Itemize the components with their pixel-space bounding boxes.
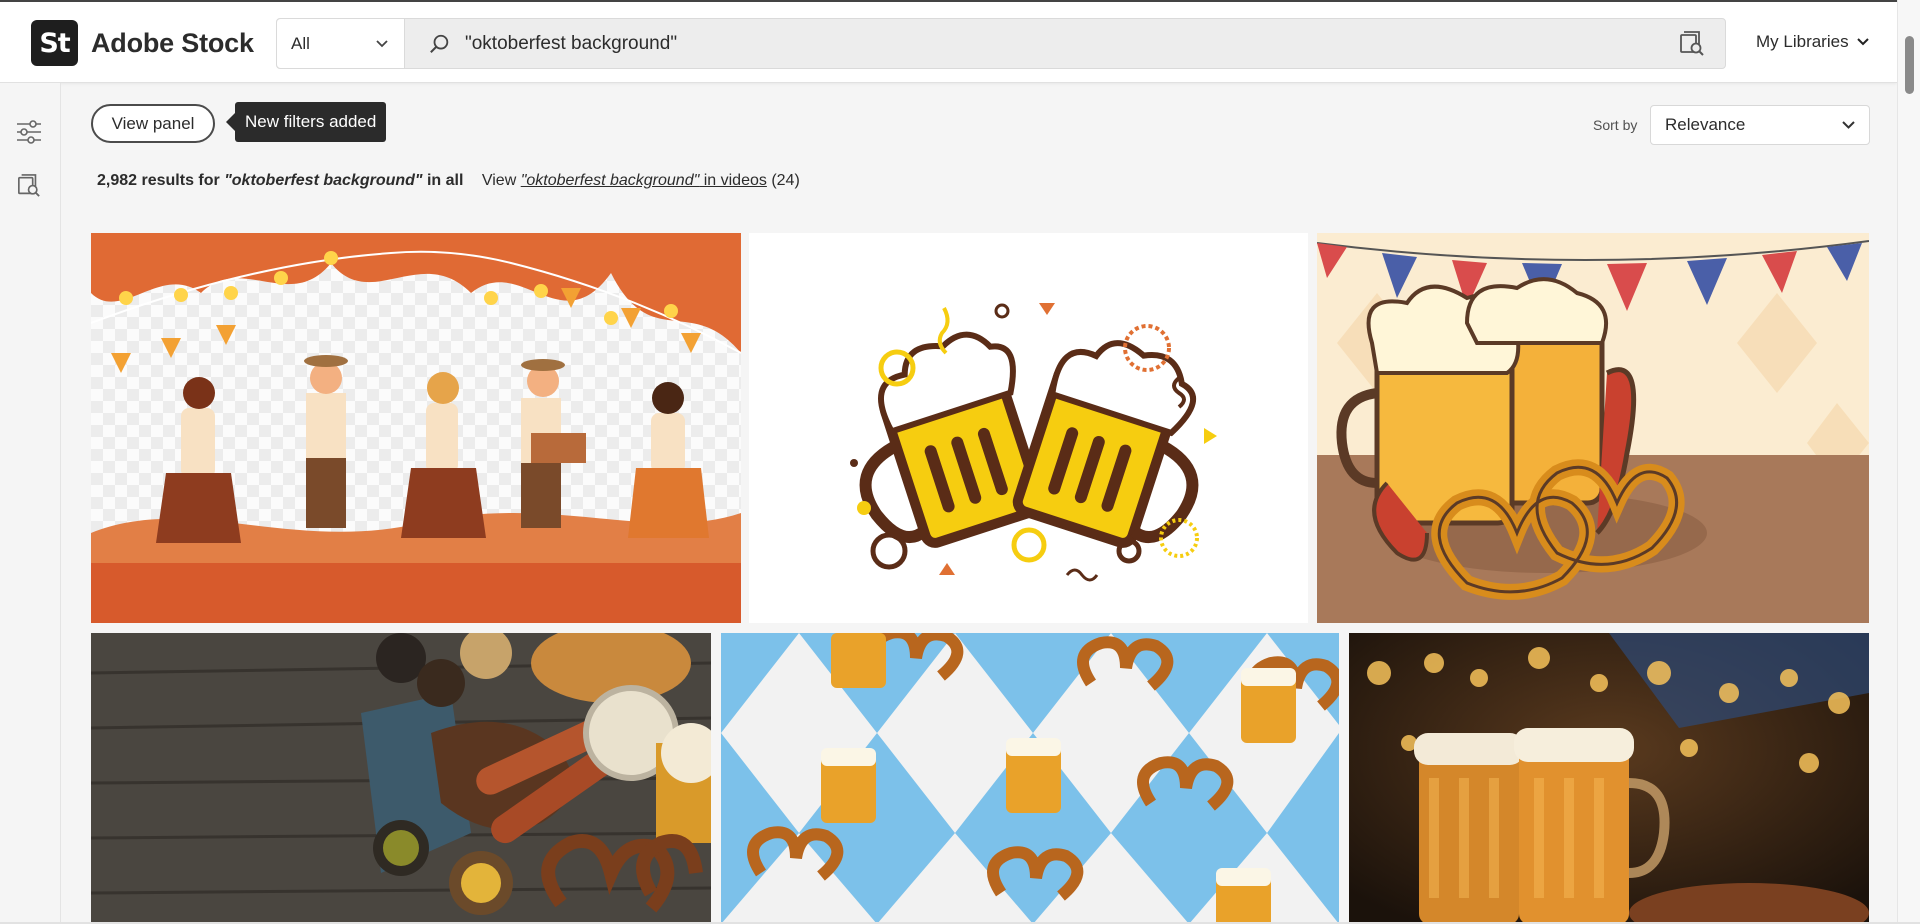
results-scope-text: in all bbox=[422, 172, 464, 189]
my-libraries-button[interactable]: My Libraries bbox=[1756, 32, 1869, 52]
scope-dropdown[interactable]: All bbox=[277, 19, 405, 68]
chevron-down-icon bbox=[376, 39, 388, 47]
left-rail bbox=[0, 83, 61, 924]
video-query: "oktoberfest background" bbox=[520, 172, 700, 189]
mugs-pretzels-illustration bbox=[1317, 233, 1869, 623]
search-input[interactable]: "oktoberfest background" bbox=[465, 33, 1679, 55]
search-icon bbox=[430, 34, 449, 53]
logo-text: Adobe Stock bbox=[91, 27, 254, 58]
page-scrollbar[interactable] bbox=[1897, 0, 1920, 924]
in-videos-text: in videos bbox=[699, 172, 767, 189]
result-tile-mugs-pretzels[interactable] bbox=[1317, 233, 1869, 623]
cheering-mugs-illustration bbox=[749, 233, 1308, 623]
sort-dropdown[interactable]: Relevance bbox=[1650, 105, 1870, 145]
visual-search-rail-button[interactable] bbox=[14, 171, 44, 201]
chevron-down-icon bbox=[1856, 38, 1869, 46]
view-prefix: View bbox=[481, 172, 521, 189]
sort-label: Sort by bbox=[1593, 117, 1638, 133]
results-query: "oktoberfest background" bbox=[224, 172, 423, 189]
scroll-thumb[interactable] bbox=[1905, 36, 1914, 94]
dancers-illustration bbox=[91, 233, 741, 623]
video-count: (24) bbox=[766, 172, 800, 189]
top-header: St Adobe Stock All "oktoberfest backgrou… bbox=[0, 0, 1897, 83]
sort-value: Relevance bbox=[1665, 115, 1746, 134]
new-filters-tooltip: New filters added bbox=[225, 102, 387, 142]
result-tile-dancers[interactable] bbox=[91, 233, 741, 623]
view-panel-button[interactable]: View panel bbox=[91, 104, 215, 143]
filter-panel-button[interactable] bbox=[14, 117, 44, 147]
search-bar: All "oktoberfest background" bbox=[276, 18, 1726, 69]
results-for-text: results for bbox=[137, 172, 225, 189]
visual-search-icon[interactable] bbox=[1679, 30, 1705, 57]
pretzel-pattern-photo bbox=[721, 633, 1339, 924]
result-tile-beer-mugs-cheers[interactable] bbox=[749, 233, 1308, 623]
result-tile-table-food[interactable] bbox=[91, 633, 711, 924]
results-count: 2,982 bbox=[97, 172, 138, 189]
view-videos-link[interactable]: View "oktoberfest background" in videos … bbox=[482, 172, 800, 189]
visual-search-icon bbox=[18, 174, 40, 197]
results-summary: 2,982 results for "oktoberfest backgroun… bbox=[97, 172, 800, 190]
my-libraries-label: My Libraries bbox=[1756, 32, 1849, 51]
logo-badge: St bbox=[31, 20, 78, 66]
result-tile-beer-bokeh[interactable] bbox=[1349, 633, 1869, 924]
beer-bokeh-photo bbox=[1349, 633, 1869, 924]
scope-value: All bbox=[291, 33, 310, 53]
filter-icon bbox=[17, 120, 41, 144]
chevron-down-icon bbox=[1842, 121, 1855, 129]
result-tile-pretzel-pattern[interactable] bbox=[721, 633, 1339, 924]
adobe-stock-logo[interactable]: St Adobe Stock bbox=[31, 20, 254, 66]
table-food-photo bbox=[91, 633, 711, 924]
